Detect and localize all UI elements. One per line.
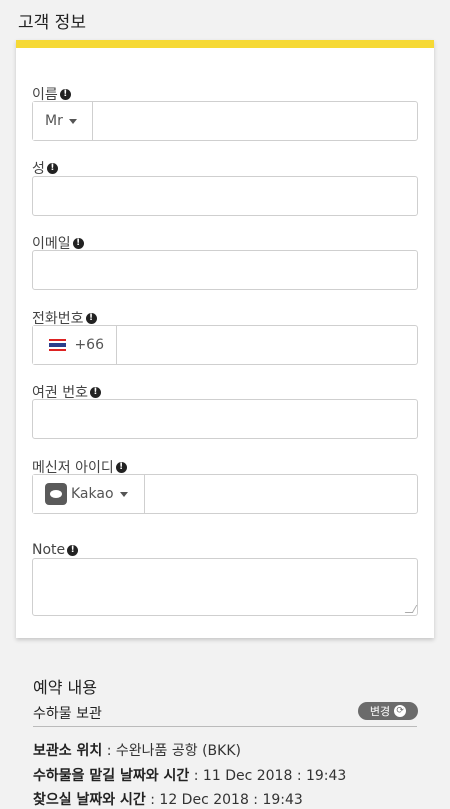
info-icon[interactable]: !: [72, 237, 84, 249]
detail-key: 찾으실 날짜와 시간: [33, 792, 146, 808]
detail-row-dropoff: 수하물을 맡길 날짜와 시간 : 11 Dec 2018 : 19:43: [33, 765, 346, 785]
divider: [33, 726, 417, 727]
title-select[interactable]: Mr: [33, 102, 93, 140]
chevron-down-icon: [119, 491, 128, 497]
note-label-text: Note: [32, 542, 66, 558]
info-icon[interactable]: !: [85, 312, 97, 324]
name-field[interactable]: Mr: [32, 101, 418, 141]
email-field[interactable]: [32, 250, 418, 290]
surname-label: 성 !: [32, 158, 58, 178]
detail-key: 보관소 위치: [33, 743, 103, 759]
section-title: 고객 정보: [18, 13, 86, 33]
booking-summary-title: 예약 내용: [33, 678, 97, 697]
resize-handle-icon[interactable]: [404, 605, 418, 613]
chevron-down-icon: [68, 118, 77, 124]
detail-row-location: 보관소 위치 : 수완나품 공항 (BKK): [33, 740, 241, 760]
note-label: Note !: [32, 542, 79, 558]
messenger-app-select[interactable]: Kakao: [33, 475, 145, 513]
title-select-value: Mr: [45, 113, 63, 129]
refresh-icon: ⟳: [394, 705, 407, 717]
surname-label-text: 성: [32, 161, 45, 177]
kakao-icon: [45, 483, 67, 505]
change-button-label: 변경: [369, 705, 391, 718]
service-name: 수하물 보관: [33, 706, 102, 722]
passport-field[interactable]: [32, 399, 418, 439]
surname-field[interactable]: [32, 176, 418, 216]
info-icon[interactable]: !: [67, 544, 79, 556]
messenger-field[interactable]: Kakao: [32, 474, 418, 514]
info-icon[interactable]: !: [89, 386, 101, 398]
phone-field[interactable]: +66: [32, 325, 418, 365]
note-textarea[interactable]: [32, 558, 418, 616]
messenger-app-value: Kakao: [71, 486, 114, 502]
detail-value: : 수완나품 공항 (BKK): [102, 743, 241, 759]
detail-value: : 11 Dec 2018 : 19:43: [189, 768, 347, 784]
country-code-select[interactable]: +66: [33, 326, 117, 364]
info-icon[interactable]: !: [59, 88, 71, 100]
customer-info-card: 이름 ! Mr 성 ! 이메일 ! 전화번호 ! +66 여권 번호 ! 메신저…: [16, 40, 434, 638]
country-code-value: +66: [74, 337, 104, 353]
change-button[interactable]: 변경 ⟳: [358, 702, 418, 720]
detail-row-pickup: 찾으실 날짜와 시간 : 12 Dec 2018 : 19:43: [33, 789, 303, 809]
info-icon[interactable]: !: [115, 461, 127, 473]
thailand-flag-icon: [49, 339, 67, 351]
info-icon[interactable]: !: [46, 162, 58, 174]
detail-value: : 12 Dec 2018 : 19:43: [145, 792, 303, 808]
detail-key: 수하물을 맡길 날짜와 시간: [33, 768, 190, 784]
